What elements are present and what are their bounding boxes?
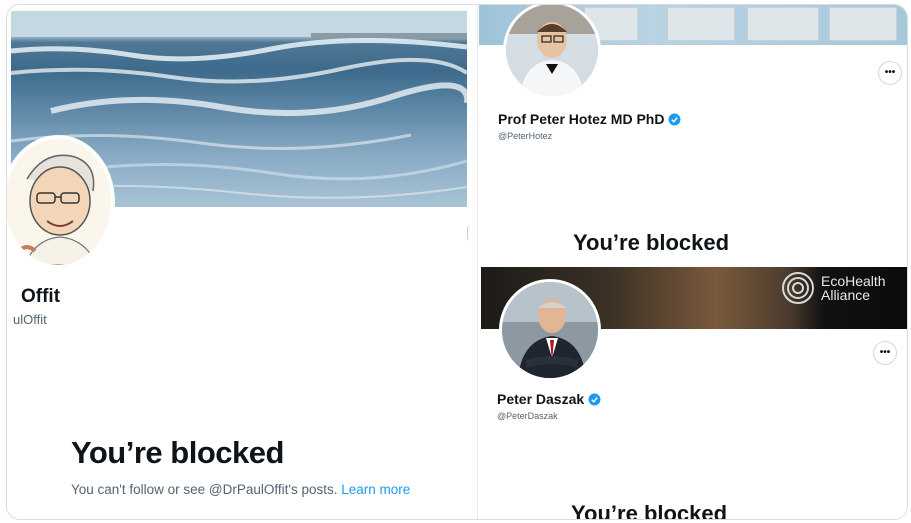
display-name-row: Peter Daszak (497, 391, 601, 407)
handle: @PeterHotez (498, 131, 553, 141)
more-options-button[interactable]: ••• (873, 341, 897, 365)
profile-panel-hotez: ••• Prof Peter Hotez MD PhD @PeterHotez … (479, 5, 907, 267)
portrait-photo-hotez (506, 5, 598, 96)
avatar-hotez[interactable] (503, 5, 601, 99)
learn-more-link[interactable]: Learn more (341, 482, 410, 497)
scroll-indicator (467, 225, 472, 241)
cartoon-portrait-image (7, 139, 111, 265)
profile-panel-daszak: EcoHealth Alliance ••• Peter Daszak @Pet… (481, 267, 907, 519)
blocked-title: You’re blocked (571, 501, 728, 519)
display-name: Offit (21, 286, 61, 307)
profile-panel-offit: Offit ulOffit You’re blocked You can't f… (7, 5, 473, 519)
more-options-button[interactable]: ••• (878, 61, 902, 85)
blocked-title: You’re blocked (573, 230, 730, 255)
banner-photo-block (667, 7, 735, 41)
ecohealth-logo: EcoHealth Alliance (781, 271, 886, 305)
portrait-photo-daszak (502, 282, 598, 378)
verified-badge-icon (588, 393, 601, 405)
blocked-message: You can't follow or see @DrPaulOffit's p… (71, 480, 416, 499)
banner-logo-text: EcoHealth Alliance (821, 273, 886, 303)
banner-photo-block (829, 7, 897, 41)
avatar-offit[interactable] (7, 135, 115, 269)
handle: @PeterDaszak (497, 411, 558, 421)
blocked-message-text: You can't follow or see @DrPaulOffit's p… (71, 482, 338, 497)
ecohealth-logo-icon (782, 272, 814, 304)
avatar-daszak[interactable] (499, 279, 601, 381)
composite-screenshot: Offit ulOffit You’re blocked You can't f… (6, 4, 908, 520)
verified-badge-icon (669, 113, 681, 125)
handle: ulOffit (13, 312, 47, 327)
display-name: Peter Daszak (497, 391, 585, 407)
display-name-row: Prof Peter Hotez MD PhD (498, 111, 681, 127)
display-name: Prof Peter Hotez MD PhD (498, 111, 665, 127)
panel-divider (477, 5, 478, 519)
blocked-title: You’re blocked (71, 435, 284, 470)
banner-photo-block (747, 7, 819, 41)
